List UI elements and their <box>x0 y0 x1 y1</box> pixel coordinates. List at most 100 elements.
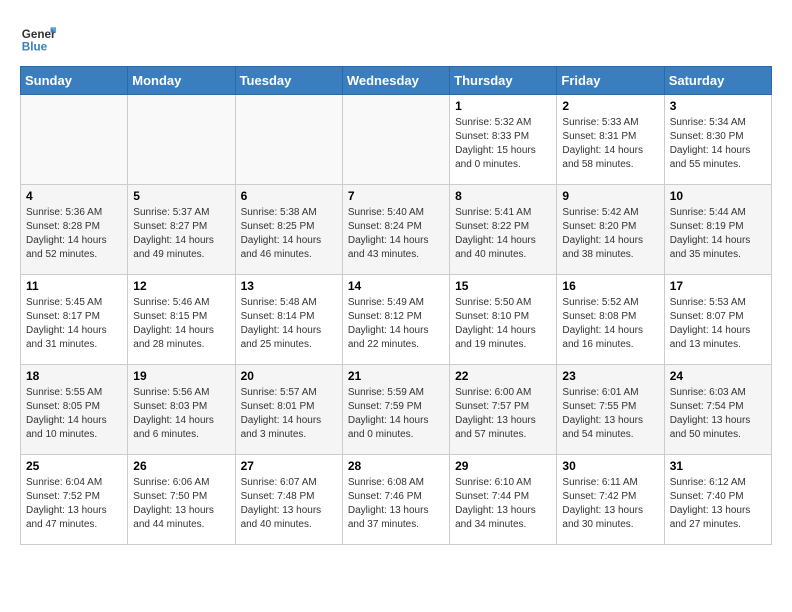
calendar-table: SundayMondayTuesdayWednesdayThursdayFrid… <box>20 66 772 545</box>
weekday-header-monday: Monday <box>128 67 235 95</box>
calendar-cell: 7 Sunrise: 5:40 AMSunset: 8:24 PMDaylight… <box>342 185 449 275</box>
day-info: Sunrise: 5:41 AMSunset: 8:22 PMDaylight:… <box>455 206 551 262</box>
calendar-cell: 10 Sunrise: 5:44 AMSunset: 8:19 PMDayligh… <box>664 185 771 275</box>
day-number: 10 <box>670 189 766 203</box>
day-info: Sunrise: 5:55 AMSunset: 8:05 PMDaylight:… <box>26 386 122 442</box>
calendar-cell: 14 Sunrise: 5:49 AMSunset: 8:12 PMDayligh… <box>342 275 449 365</box>
day-info: Sunrise: 5:38 AMSunset: 8:25 PMDaylight:… <box>241 206 337 262</box>
day-number: 30 <box>562 459 658 473</box>
day-info: Sunrise: 5:37 AMSunset: 8:27 PMDaylight:… <box>133 206 229 262</box>
calendar-cell: 9 Sunrise: 5:42 AMSunset: 8:20 PMDaylight… <box>557 185 664 275</box>
calendar-cell: 1 Sunrise: 5:32 AMSunset: 8:33 PMDaylight… <box>450 95 557 185</box>
calendar-cell: 12 Sunrise: 5:46 AMSunset: 8:15 PMDayligh… <box>128 275 235 365</box>
day-number: 29 <box>455 459 551 473</box>
weekday-header-row: SundayMondayTuesdayWednesdayThursdayFrid… <box>21 67 772 95</box>
calendar-cell: 6 Sunrise: 5:38 AMSunset: 8:25 PMDaylight… <box>235 185 342 275</box>
day-number: 3 <box>670 99 766 113</box>
day-info: Sunrise: 6:01 AMSunset: 7:55 PMDaylight:… <box>562 386 658 442</box>
day-info: Sunrise: 5:44 AMSunset: 8:19 PMDaylight:… <box>670 206 766 262</box>
calendar-cell: 15 Sunrise: 5:50 AMSunset: 8:10 PMDayligh… <box>450 275 557 365</box>
day-info: Sunrise: 6:04 AMSunset: 7:52 PMDaylight:… <box>26 476 122 532</box>
day-info: Sunrise: 5:34 AMSunset: 8:30 PMDaylight:… <box>670 116 766 172</box>
day-info: Sunrise: 5:48 AMSunset: 8:14 PMDaylight:… <box>241 296 337 352</box>
day-number: 14 <box>348 279 444 293</box>
calendar-cell: 28 Sunrise: 6:08 AMSunset: 7:46 PMDayligh… <box>342 455 449 545</box>
calendar-cell: 20Sunrise: 5:57 AMSunset: 8:01 PMDayligh… <box>235 365 342 455</box>
weekday-header-sunday: Sunday <box>21 67 128 95</box>
day-info: Sunrise: 5:40 AMSunset: 8:24 PMDaylight:… <box>348 206 444 262</box>
calendar-cell: 17 Sunrise: 5:53 AMSunset: 8:07 PMDayligh… <box>664 275 771 365</box>
day-info: Sunrise: 5:56 AMSunset: 8:03 PMDaylight:… <box>133 386 229 442</box>
day-number: 8 <box>455 189 551 203</box>
day-info: Sunrise: 5:59 AMSunset: 7:59 PMDaylight:… <box>348 386 444 442</box>
day-info: Sunrise: 5:53 AMSunset: 8:07 PMDaylight:… <box>670 296 766 352</box>
calendar-cell: 2 Sunrise: 5:33 AMSunset: 8:31 PMDaylight… <box>557 95 664 185</box>
day-info: Sunrise: 6:00 AMSunset: 7:57 PMDaylight:… <box>455 386 551 442</box>
calendar-cell: 19 Sunrise: 5:56 AMSunset: 8:03 PMDayligh… <box>128 365 235 455</box>
day-info: Sunrise: 5:45 AMSunset: 8:17 PMDaylight:… <box>26 296 122 352</box>
calendar-cell: 21 Sunrise: 5:59 AMSunset: 7:59 PMDayligh… <box>342 365 449 455</box>
day-info: Sunrise: 5:42 AMSunset: 8:20 PMDaylight:… <box>562 206 658 262</box>
svg-text:Blue: Blue <box>22 41 48 54</box>
calendar-cell: 5 Sunrise: 5:37 AMSunset: 8:27 PMDaylight… <box>128 185 235 275</box>
day-info: Sunrise: 5:50 AMSunset: 8:10 PMDaylight:… <box>455 296 551 352</box>
calendar-cell: 18 Sunrise: 5:55 AMSunset: 8:05 PMDayligh… <box>21 365 128 455</box>
weekday-header-saturday: Saturday <box>664 67 771 95</box>
day-number: 26 <box>133 459 229 473</box>
day-info: Sunrise: 5:57 AMSunset: 8:01 PMDaylight:… <box>241 386 337 442</box>
calendar-cell: 26Sunrise: 6:06 AMSunset: 7:50 PMDayligh… <box>128 455 235 545</box>
week-row-2: 4 Sunrise: 5:36 AMSunset: 8:28 PMDaylight… <box>21 185 772 275</box>
day-number: 5 <box>133 189 229 203</box>
day-number: 25 <box>26 459 122 473</box>
day-number: 2 <box>562 99 658 113</box>
day-number: 27 <box>241 459 337 473</box>
logo: General Blue <box>20 20 56 56</box>
day-info: Sunrise: 6:11 AMSunset: 7:42 PMDaylight:… <box>562 476 658 532</box>
day-number: 18 <box>26 369 122 383</box>
calendar-cell: 16Sunrise: 5:52 AMSunset: 8:08 PMDayligh… <box>557 275 664 365</box>
weekday-header-thursday: Thursday <box>450 67 557 95</box>
calendar-cell: 29 Sunrise: 6:10 AMSunset: 7:44 PMDayligh… <box>450 455 557 545</box>
calendar-cell: 31Sunrise: 6:12 AMSunset: 7:40 PMDayligh… <box>664 455 771 545</box>
day-number: 6 <box>241 189 337 203</box>
calendar-cell: 30 Sunrise: 6:11 AMSunset: 7:42 PMDayligh… <box>557 455 664 545</box>
day-number: 21 <box>348 369 444 383</box>
day-info: Sunrise: 5:33 AMSunset: 8:31 PMDaylight:… <box>562 116 658 172</box>
weekday-header-friday: Friday <box>557 67 664 95</box>
day-info: Sunrise: 5:46 AMSunset: 8:15 PMDaylight:… <box>133 296 229 352</box>
day-info: Sunrise: 5:32 AMSunset: 8:33 PMDaylight:… <box>455 116 551 172</box>
day-number: 4 <box>26 189 122 203</box>
calendar-cell: 3 Sunrise: 5:34 AMSunset: 8:30 PMDaylight… <box>664 95 771 185</box>
day-info: Sunrise: 5:49 AMSunset: 8:12 PMDaylight:… <box>348 296 444 352</box>
week-row-5: 25 Sunrise: 6:04 AMSunset: 7:52 PMDayligh… <box>21 455 772 545</box>
calendar-cell: 23 Sunrise: 6:01 AMSunset: 7:55 PMDayligh… <box>557 365 664 455</box>
day-number: 31 <box>670 459 766 473</box>
calendar-cell <box>342 95 449 185</box>
calendar-cell: 24 Sunrise: 6:03 AMSunset: 7:54 PMDayligh… <box>664 365 771 455</box>
day-number: 1 <box>455 99 551 113</box>
day-info: Sunrise: 6:10 AMSunset: 7:44 PMDaylight:… <box>455 476 551 532</box>
weekday-header-wednesday: Wednesday <box>342 67 449 95</box>
weekday-header-tuesday: Tuesday <box>235 67 342 95</box>
calendar-cell: 25 Sunrise: 6:04 AMSunset: 7:52 PMDayligh… <box>21 455 128 545</box>
calendar-cell: 13 Sunrise: 5:48 AMSunset: 8:14 PMDayligh… <box>235 275 342 365</box>
day-info: Sunrise: 5:36 AMSunset: 8:28 PMDaylight:… <box>26 206 122 262</box>
day-number: 12 <box>133 279 229 293</box>
day-info: Sunrise: 6:08 AMSunset: 7:46 PMDaylight:… <box>348 476 444 532</box>
day-number: 15 <box>455 279 551 293</box>
week-row-3: 11Sunrise: 5:45 AMSunset: 8:17 PMDayligh… <box>21 275 772 365</box>
day-number: 13 <box>241 279 337 293</box>
logo-icon: General Blue <box>20 20 56 56</box>
day-number: 23 <box>562 369 658 383</box>
calendar-cell <box>235 95 342 185</box>
day-number: 28 <box>348 459 444 473</box>
day-number: 9 <box>562 189 658 203</box>
day-info: Sunrise: 6:03 AMSunset: 7:54 PMDaylight:… <box>670 386 766 442</box>
day-number: 22 <box>455 369 551 383</box>
day-number: 19 <box>133 369 229 383</box>
day-number: 7 <box>348 189 444 203</box>
week-row-4: 18 Sunrise: 5:55 AMSunset: 8:05 PMDayligh… <box>21 365 772 455</box>
day-number: 17 <box>670 279 766 293</box>
day-number: 24 <box>670 369 766 383</box>
calendar-cell <box>128 95 235 185</box>
